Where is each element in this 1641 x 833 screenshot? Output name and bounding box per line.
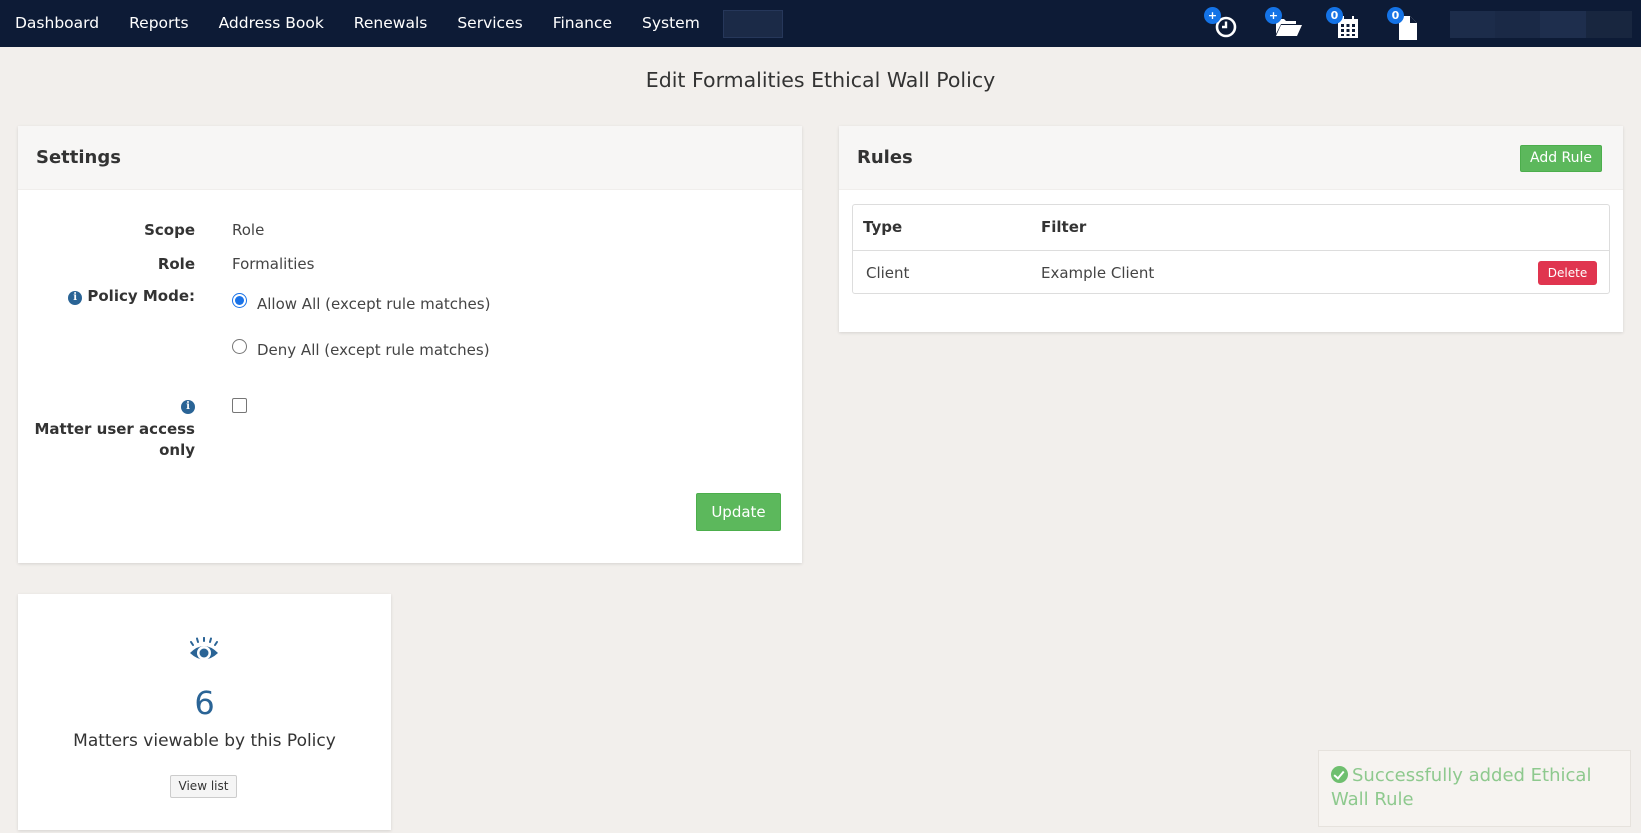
column-header-filter: Filter bbox=[1041, 218, 1087, 236]
allow-all-radio[interactable] bbox=[232, 293, 247, 308]
settings-header: Settings bbox=[18, 126, 802, 190]
deny-all-label[interactable]: Deny All (except rule matches) bbox=[257, 341, 490, 359]
success-toast[interactable]: Successfully added Ethical Wall Rule bbox=[1318, 750, 1631, 827]
nav-reports[interactable]: Reports bbox=[114, 0, 203, 47]
scope-label: Scope bbox=[144, 221, 195, 239]
role-value: Formalities bbox=[232, 255, 315, 273]
matters-panel: 6 Matters viewable by this Policy View l… bbox=[18, 594, 391, 830]
new-timer-button[interactable]: + bbox=[1204, 6, 1240, 39]
scope-value: Role bbox=[232, 221, 265, 239]
documents-button[interactable]: 0 bbox=[1387, 6, 1423, 40]
user-menu[interactable] bbox=[1450, 11, 1632, 38]
table-divider bbox=[853, 250, 1609, 251]
rules-panel: Rules Add Rule Type Filter Client Exampl… bbox=[839, 126, 1623, 332]
policy-mode-info-icon[interactable]: i bbox=[68, 291, 83, 305]
matter-user-label: Matter user access only bbox=[34, 420, 195, 459]
rules-table: Type Filter Client Example Client Delete bbox=[852, 204, 1610, 294]
rules-title: Rules bbox=[857, 147, 913, 168]
nav-services[interactable]: Services bbox=[442, 0, 537, 47]
nav-system[interactable]: System bbox=[627, 0, 715, 47]
calendar-badge: 0 bbox=[1326, 6, 1343, 24]
toast-message: Successfully added Ethical Wall Rule bbox=[1331, 765, 1592, 810]
nav-quick-actions: + + 0 0 bbox=[1204, 0, 1454, 47]
eye-icon bbox=[190, 637, 218, 660]
deny-all-radio[interactable] bbox=[232, 339, 247, 354]
matter-user-info-icon[interactable]: i bbox=[181, 400, 195, 414]
new-matter-button[interactable]: + bbox=[1265, 6, 1302, 39]
delete-rule-button[interactable]: Delete bbox=[1538, 261, 1597, 285]
role-label: Role bbox=[157, 255, 195, 273]
nav-search-box[interactable] bbox=[722, 9, 783, 38]
add-rule-button[interactable]: Add Rule bbox=[1520, 145, 1602, 172]
matter-user-info-group: i bbox=[18, 396, 195, 414]
calendar-button[interactable]: 0 bbox=[1326, 6, 1362, 39]
allow-all-label[interactable]: Allow All (except rule matches) bbox=[257, 295, 490, 313]
policy-mode-label: Policy Mode: bbox=[87, 287, 195, 305]
timer-badge: + bbox=[1204, 6, 1221, 24]
settings-panel: Settings Scope Role Role Formalities i P… bbox=[18, 126, 802, 563]
policy-mode-label-group: i Policy Mode: bbox=[18, 287, 195, 305]
nav-address-book[interactable]: Address Book bbox=[204, 0, 339, 47]
rule-filter-cell: Example Client bbox=[1041, 264, 1155, 282]
matters-label: Matters viewable by this Policy bbox=[73, 731, 336, 751]
documents-badge: 0 bbox=[1387, 6, 1404, 24]
update-button[interactable]: Update bbox=[696, 493, 781, 531]
nav-dashboard[interactable]: Dashboard bbox=[0, 0, 114, 47]
rules-header: Rules bbox=[839, 126, 1623, 190]
matter-badge: + bbox=[1265, 6, 1282, 24]
column-header-type: Type bbox=[863, 218, 903, 236]
nav-renewals[interactable]: Renewals bbox=[339, 0, 443, 47]
rule-type-cell: Client bbox=[866, 264, 910, 282]
nav-finance[interactable]: Finance bbox=[538, 0, 627, 47]
matters-count: 6 bbox=[194, 684, 215, 722]
matter-user-access-checkbox[interactable] bbox=[232, 398, 247, 413]
view-list-button[interactable]: View list bbox=[170, 775, 237, 798]
check-circle-icon bbox=[1331, 766, 1348, 783]
top-navigation-bar: Dashboard Reports Address Book Renewals … bbox=[0, 0, 1641, 47]
page-title: Edit Formalities Ethical Wall Policy bbox=[645, 68, 996, 92]
